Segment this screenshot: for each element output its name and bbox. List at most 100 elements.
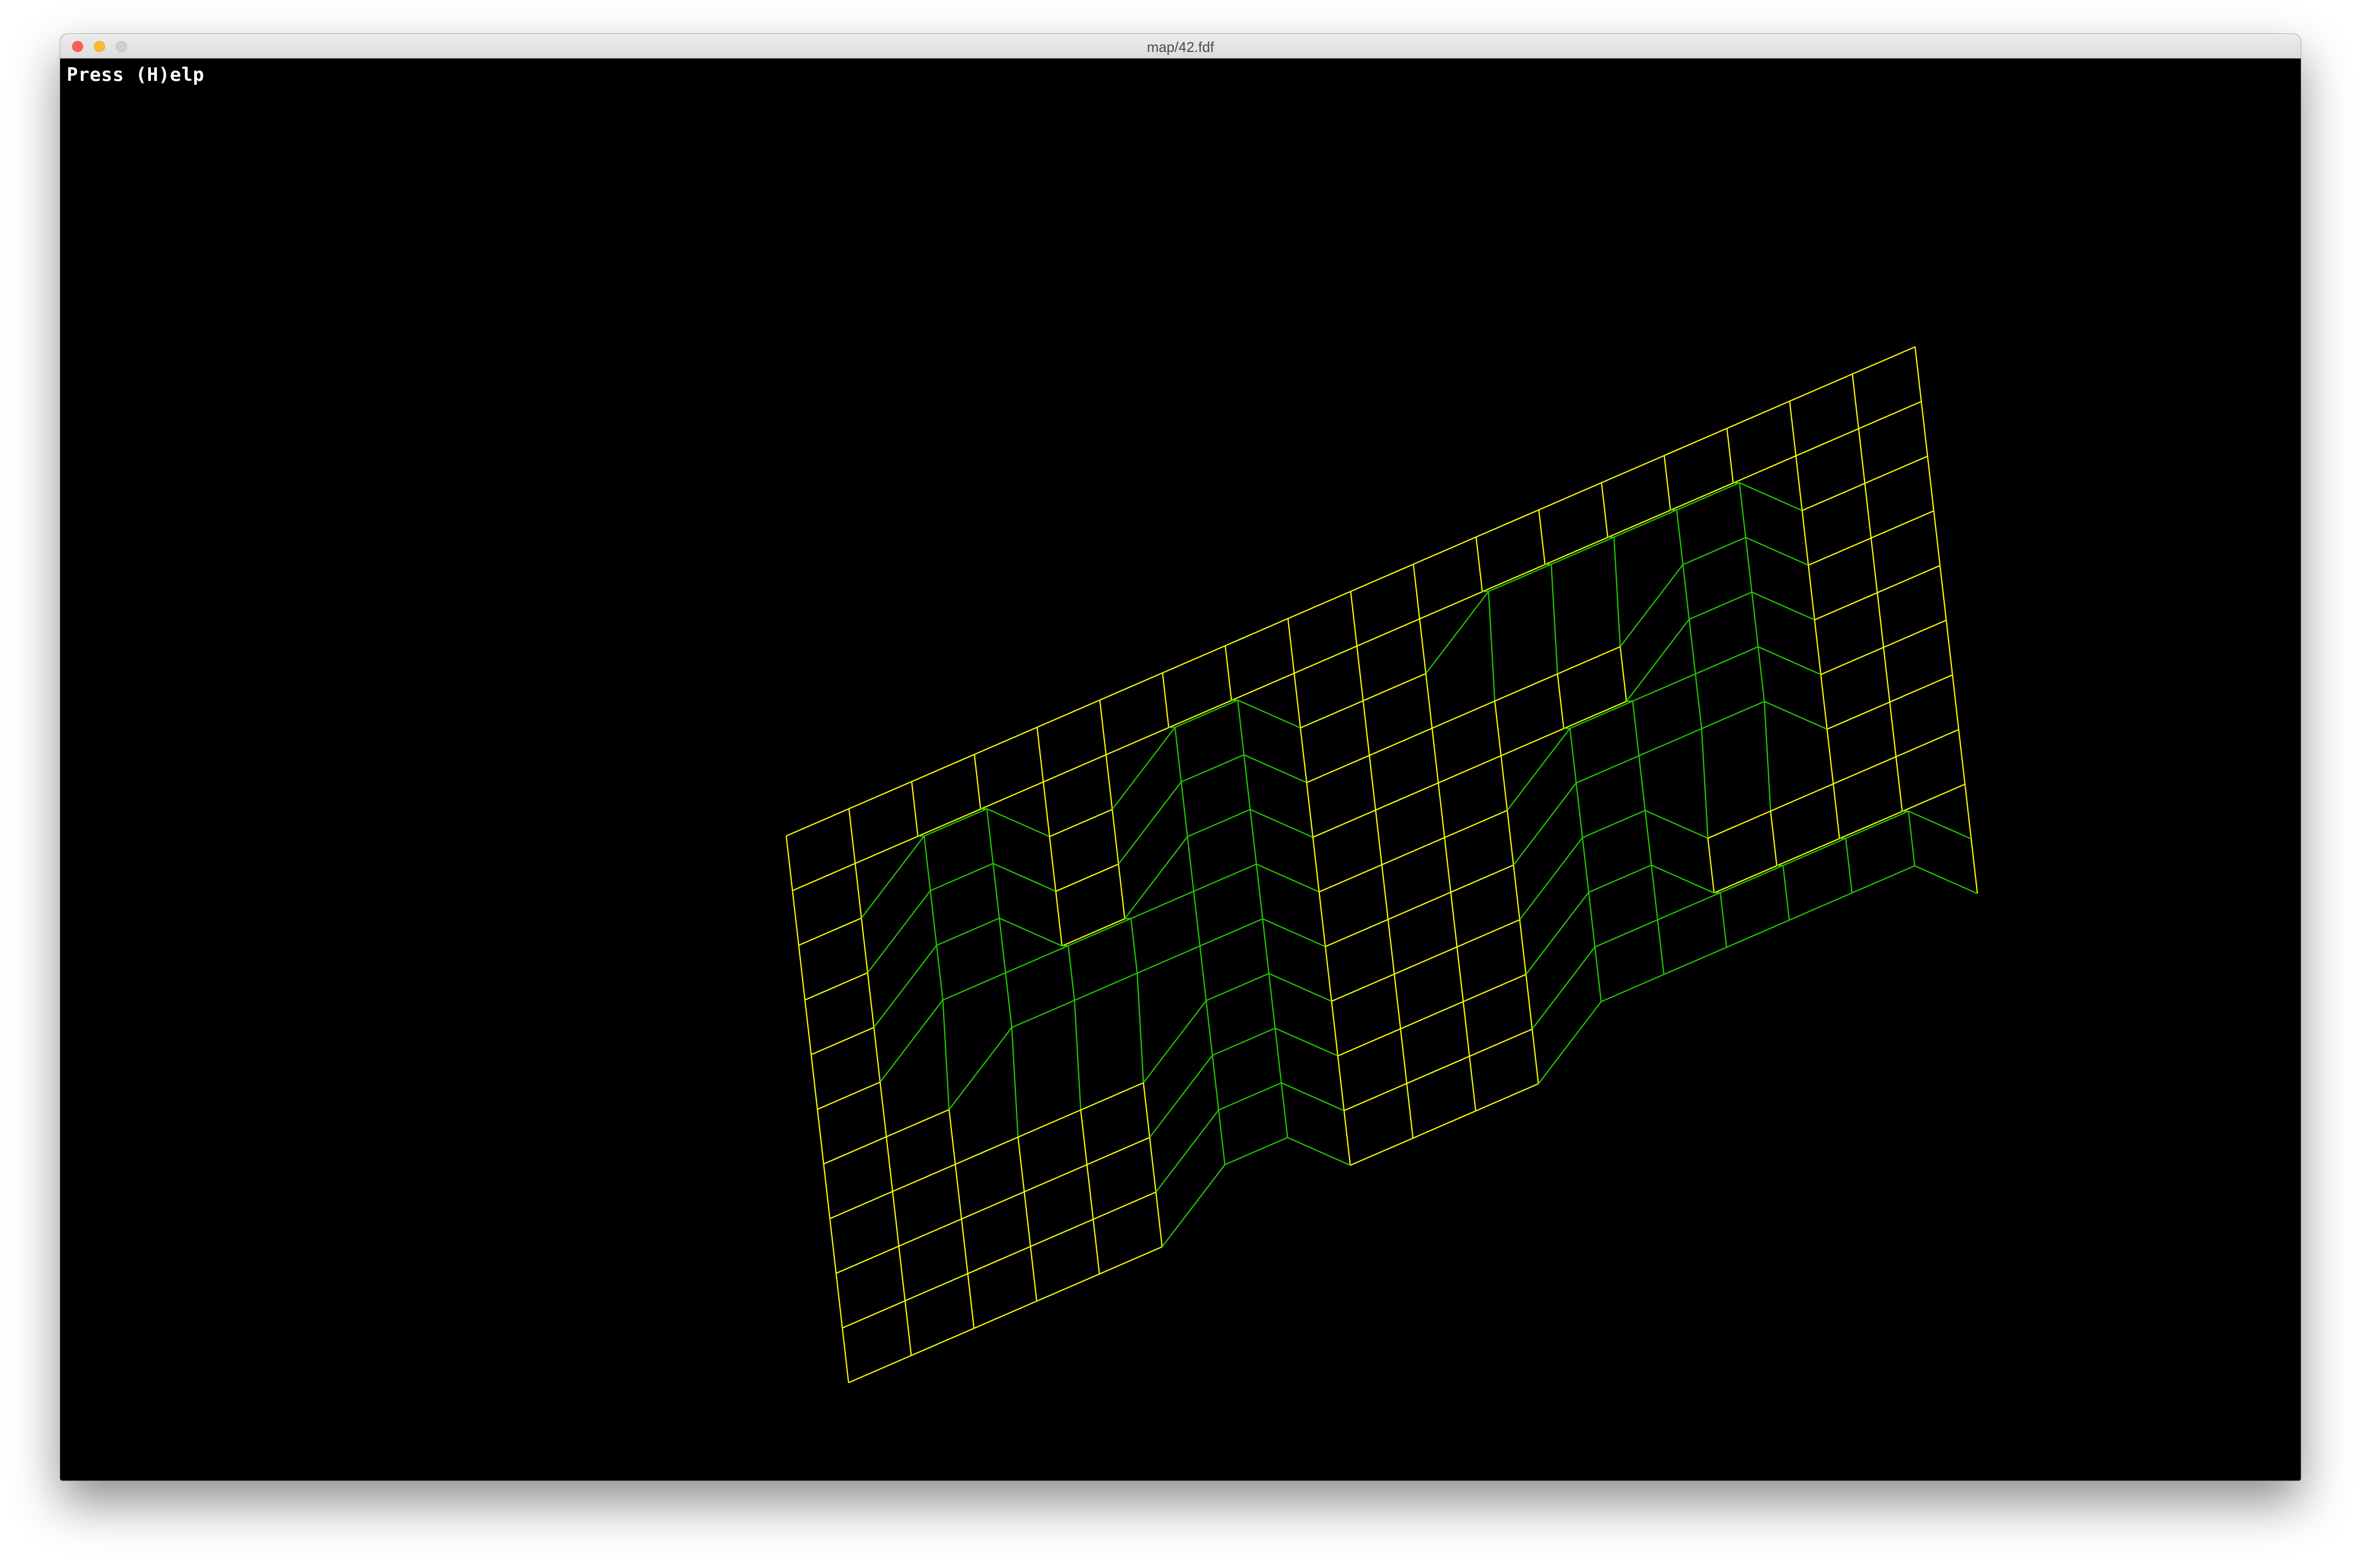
wire-edge-horizontal [1537,1001,1602,1084]
wire-edge-horizontal [1814,592,1878,621]
wire-edge-horizontal [1789,892,1852,921]
wire-edge-vertical [1638,756,1646,811]
wire-edge-vertical [992,863,1000,918]
wire-edge-vertical [1130,918,1138,974]
wire-edge-horizontal [1168,700,1232,728]
wire-edge-vertical [1782,865,1790,921]
wire-edge-vertical [1055,891,1063,946]
wire-edge-horizontal [1137,945,1201,974]
wire-edge-vertical [1143,1083,1150,1138]
wire-edge-horizontal [973,1300,1037,1329]
wire-edge-vertical [1651,865,1658,920]
wire-edge-vertical [1281,1083,1288,1138]
wire-edge-vertical [1224,645,1232,701]
wire-edge-horizontal [1525,892,1589,975]
title-bar[interactable]: map/42.fdf [60,34,2301,58]
wire-edge-horizontal [911,1327,974,1356]
wire-edge-vertical [1274,1028,1282,1083]
wire-edge-horizontal [1601,455,1665,483]
wire-edge-vertical [1306,782,1314,838]
wire-edge-vertical [1889,701,1897,757]
wire-edge-horizontal [1463,974,1527,1003]
wire-edge-horizontal [961,1191,1025,1220]
wire-edge-horizontal [1889,674,1953,703]
wire-edge-horizontal [804,972,868,1001]
wire-edge-horizontal [1476,509,1539,538]
wire-edge-vertical [936,945,944,1001]
wire-edge-horizontal [855,835,919,864]
render-canvas[interactable]: Press (H)elp [60,58,2301,1481]
wire-edge-horizontal [911,753,975,782]
wire-edge-vertical [904,1301,912,1356]
wire-edge-vertical [1312,837,1320,892]
wire-edge-horizontal [1513,782,1577,865]
wire-edge-vertical [792,890,799,946]
wire-edge-vertical [1563,728,1570,729]
wire-edge-vertical [861,918,868,973]
wire-edge-vertical [804,999,812,1055]
wire-edge-horizontal [1262,918,1326,947]
wire-edge-horizontal [1676,482,1740,511]
wire-edge-horizontal [980,781,1044,810]
wire-edge-vertical [1450,892,1458,947]
wire-edge-horizontal [1883,619,1947,648]
wire-edge-horizontal [1243,754,1307,783]
wire-edge-vertical [1369,755,1376,810]
wire-edge-vertical [1162,672,1170,728]
wire-edge-horizontal [1406,1055,1470,1084]
wire-edge-vertical [1149,1137,1157,1192]
wire-edge-vertical [1406,1083,1414,1138]
wire-edge-vertical [1030,1246,1038,1302]
wire-edge-horizontal [1545,536,1608,565]
wire-edge-vertical [1218,1110,1226,1165]
wire-edge-vertical [1870,537,1878,593]
wire-edge-vertical [1168,727,1176,728]
wire-edge-horizontal [1914,865,1978,894]
wire-edge-horizontal [1582,810,1646,839]
wire-edge-horizontal [1739,482,1803,511]
wire-edge-vertical [1939,565,1947,621]
wire-edge-vertical [1519,920,1527,975]
wire-edge-horizontal [1274,1027,1338,1057]
wire-edge-horizontal [1751,591,1815,621]
wire-edge-vertical [948,1109,956,1165]
wire-edge-vertical [823,1163,831,1219]
wire-edge-vertical [1751,592,1759,647]
wire-edge-vertical [798,945,806,1001]
wire-edge-horizontal [1005,945,1069,974]
wire-edge-horizontal [1350,563,1414,592]
wire-edge-horizontal [917,808,981,837]
wire-edge-vertical [867,973,875,1028]
wire-edge-vertical [1243,754,1251,810]
wire-edge-horizontal [930,863,993,892]
wire-edge-vertical [1927,456,1934,511]
wire-edge-horizontal [1764,700,1828,730]
wire-edge-horizontal [1319,864,1382,893]
wire-edge-vertical [1036,727,1044,782]
wire-edge-vertical [1255,864,1264,919]
wire-edge-vertical [1513,865,1521,920]
wire-edge-vertical [1318,892,1326,947]
wire-edge-vertical [1789,401,1797,456]
wire-edge-horizontal [1325,918,1389,947]
wire-edge-horizontal [1287,1137,1351,1166]
wire-edge-vertical [1801,510,1809,565]
wire-edge-horizontal [1519,837,1583,920]
wire-edge-vertical [873,1027,881,1083]
wire-edge-horizontal [798,917,862,946]
wire-edge-horizontal [1607,510,1671,538]
wire-edge-horizontal [879,999,944,1083]
wire-edge-horizontal [1099,1246,1162,1275]
wire-edge-horizontal [1482,564,1546,593]
wire-edge-vertical [1287,618,1295,674]
wire-edge-vertical [879,1082,887,1137]
wire-edge-horizontal [1908,810,1972,840]
wire-edge-horizontal [1250,809,1313,838]
wire-edge-horizontal [1231,672,1295,701]
wire-edge-horizontal [1300,700,1364,729]
help-hint-text: Press (H)elp [67,64,204,86]
wire-edge-vertical [1914,347,1922,402]
wire-edge-horizontal [1639,728,1702,757]
wire-edge-vertical [1575,782,1583,838]
wire-edge-vertical [1293,673,1301,728]
